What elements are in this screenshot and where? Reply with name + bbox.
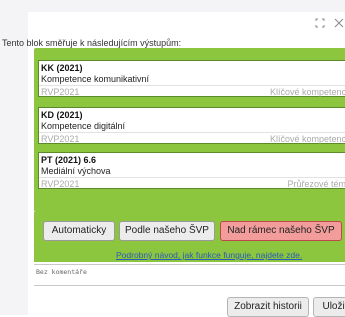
automatic-button[interactable]: Automaticky [43,221,115,241]
output-code: PT (2021) 6.6 [41,155,97,165]
by-svp-button[interactable]: Podle našeho ŠVP [119,221,215,241]
output-source: RVP2021 [41,134,80,144]
output-name: Kompetence komunikativní [41,74,150,84]
output-card[interactable]: KD (2021) Kompetence digitální RVP2021 K… [38,107,345,144]
card-divider [39,85,345,86]
output-category: Průřezové téma [287,179,345,189]
output-card[interactable]: KK (2021) Kompetence komunikativní RVP20… [38,60,345,97]
output-code: KK (2021) [41,63,83,73]
save-button[interactable]: Uložit [313,297,345,317]
maximize-icon[interactable] [313,16,327,30]
card-divider [39,177,345,178]
beyond-svp-button[interactable]: Nad rámec našeho ŠVP [220,221,342,241]
output-category: Klíčové kompetence [269,87,345,97]
dialog-toolbar [28,12,345,34]
outputs-heading: Tento blok směřuje k následujícím výstup… [2,38,182,48]
close-icon[interactable] [332,16,345,30]
help-link[interactable]: Podrobný návod, jak funkce funguje, najd… [116,250,302,260]
show-history-button[interactable]: Zobrazit historii [227,297,309,317]
output-source: RVP2021 [41,179,80,189]
card-divider [39,132,345,133]
output-name: Kompetence digitální [41,121,126,131]
output-code: KD (2021) [41,110,83,120]
output-category: Klíčové kompetence [269,134,345,144]
top-gutter [0,0,345,12]
comment-field[interactable]: Bez komentáře [34,264,345,286]
output-name: Mediální výchova [41,166,111,176]
output-source: RVP2021 [41,87,80,97]
output-card[interactable]: PT (2021) 6.6 Mediální výchova RVP2021 P… [38,152,345,189]
